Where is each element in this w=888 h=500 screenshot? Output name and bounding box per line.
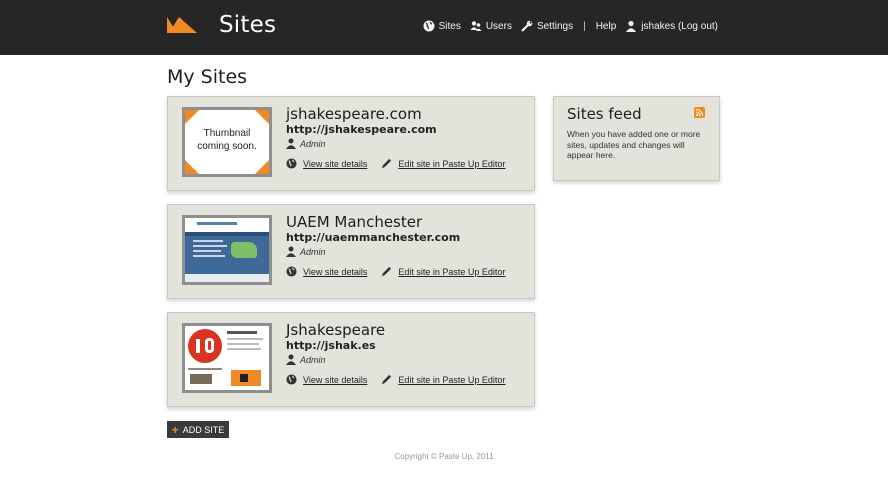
edit-site-link[interactable]: Edit site in Paste Up Editor bbox=[381, 158, 505, 169]
rss-icon[interactable] bbox=[694, 107, 705, 118]
site-thumbnail[interactable] bbox=[182, 323, 272, 393]
thumb-text-line bbox=[193, 245, 227, 247]
corner-decoration bbox=[185, 160, 199, 174]
thumbnail-caption-line: coming soon. bbox=[197, 141, 257, 152]
sites-feed-panel: Sites feed When you have added one or mo… bbox=[553, 96, 720, 181]
site-card: Jshakespeare http://jshak.es Admin View … bbox=[167, 312, 535, 407]
thumbnail-screenshot bbox=[185, 218, 269, 282]
site-url[interactable]: http://uaemmanchester.com bbox=[286, 231, 460, 244]
thumb-header-strip bbox=[185, 218, 269, 232]
sites-feed-title: Sites feed bbox=[567, 105, 642, 123]
edit-site-label: Edit site in Paste Up Editor bbox=[398, 266, 506, 277]
pencil-icon bbox=[382, 266, 392, 277]
globe-icon bbox=[423, 20, 435, 32]
nav-settings[interactable]: Settings bbox=[521, 20, 573, 32]
edit-site-label: Edit site in Paste Up Editor bbox=[398, 158, 506, 169]
thumb-phone-image bbox=[240, 374, 248, 382]
site-role-label: Admin bbox=[300, 138, 326, 149]
site-thumbnail[interactable] bbox=[182, 215, 272, 285]
page-title: My Sites bbox=[167, 66, 248, 88]
site-card: UAEM Manchester http://uaemmanchester.co… bbox=[167, 204, 535, 299]
users-icon bbox=[470, 21, 482, 31]
thumb-title-bar bbox=[197, 222, 237, 225]
view-site-details-label: View site details bbox=[303, 374, 368, 385]
user-icon bbox=[286, 354, 296, 365]
globe-icon bbox=[286, 266, 297, 277]
thumb-nav-strip bbox=[185, 232, 269, 236]
thumb-footer-strip bbox=[185, 274, 269, 282]
pencil-icon bbox=[382, 374, 392, 385]
thumb-text-line bbox=[188, 368, 222, 370]
site-actions: View site details Edit site in Paste Up … bbox=[286, 158, 505, 169]
site-name[interactable]: jshakespeare.com bbox=[286, 105, 422, 123]
nav-help-label: Help bbox=[595, 20, 617, 32]
sites-feed-message: When you have added one or more sites, u… bbox=[567, 129, 701, 160]
view-site-details-link[interactable]: View site details bbox=[286, 374, 367, 385]
site-card: Thumbnail coming soon. jshakespeare.com … bbox=[167, 96, 535, 191]
view-site-details-label: View site details bbox=[303, 266, 368, 277]
app-title: Sites bbox=[219, 12, 277, 38]
site-role: Admin bbox=[286, 246, 326, 257]
site-url[interactable]: http://jshakespeare.com bbox=[286, 123, 437, 136]
paste-up-logo-icon[interactable] bbox=[167, 17, 197, 33]
site-role: Admin bbox=[286, 138, 326, 149]
site-actions: View site details Edit site in Paste Up … bbox=[286, 266, 505, 277]
thumb-text-line bbox=[193, 250, 221, 252]
site-thumbnail[interactable]: Thumbnail coming soon. bbox=[182, 107, 272, 177]
nav-sites[interactable]: Sites bbox=[423, 20, 461, 32]
view-site-details-link[interactable]: View site details bbox=[286, 266, 367, 277]
site-url[interactable]: http://jshak.es bbox=[286, 339, 376, 352]
thumb-text-line bbox=[193, 240, 223, 242]
site-role: Admin bbox=[286, 354, 326, 365]
corner-decoration bbox=[255, 160, 269, 174]
thumb-text-line bbox=[227, 343, 259, 345]
edit-site-link[interactable]: Edit site in Paste Up Editor bbox=[381, 266, 505, 277]
nav-user-label: jshakes (Log out) bbox=[641, 20, 718, 32]
top-bar: Sites Sites Users Settings | Help jshake… bbox=[0, 0, 888, 55]
add-site-label: ADD SITE bbox=[182, 424, 225, 435]
corner-decoration bbox=[255, 110, 269, 124]
corner-decoration bbox=[185, 110, 199, 124]
user-icon bbox=[626, 20, 637, 32]
thumb-text-line bbox=[227, 348, 261, 350]
edit-site-link[interactable]: Edit site in Paste Up Editor bbox=[381, 374, 505, 385]
nav-user-logout[interactable]: jshakes (Log out) bbox=[625, 20, 718, 32]
view-site-details-link[interactable]: View site details bbox=[286, 158, 367, 169]
nav-help[interactable]: Help bbox=[596, 21, 617, 32]
site-role-label: Admin bbox=[300, 354, 326, 365]
thumb-map-shape bbox=[231, 242, 257, 258]
site-name[interactable]: UAEM Manchester bbox=[286, 213, 422, 231]
site-name[interactable]: Jshakespeare bbox=[286, 321, 385, 339]
globe-icon bbox=[286, 158, 297, 169]
nav-users[interactable]: Users bbox=[470, 20, 512, 32]
main-nav: Sites Users Settings | Help jshakes (Log… bbox=[414, 20, 718, 32]
thumb-photo bbox=[190, 374, 212, 384]
footer-copyright: Copyright © Paste Up, 2011 bbox=[394, 452, 494, 461]
user-icon bbox=[286, 246, 296, 257]
site-actions: View site details Edit site in Paste Up … bbox=[286, 374, 505, 385]
thumb-text-line bbox=[227, 338, 263, 340]
thumb-text-line bbox=[227, 331, 257, 334]
globe-icon bbox=[286, 374, 297, 385]
nav-users-label: Users bbox=[485, 20, 512, 32]
nav-settings-label: Settings bbox=[536, 20, 574, 32]
edit-site-label: Edit site in Paste Up Editor bbox=[398, 374, 506, 385]
thumbnail-caption: Thumbnail coming soon. bbox=[185, 127, 269, 153]
thumbnail-screenshot bbox=[185, 326, 269, 390]
thumb-logo-letter bbox=[205, 338, 214, 353]
view-site-details-label: View site details bbox=[303, 158, 368, 169]
thumb-text-line bbox=[193, 255, 225, 257]
thumb-logo-letter bbox=[196, 339, 200, 353]
thumbnail-placeholder: Thumbnail coming soon. bbox=[185, 110, 269, 174]
user-icon bbox=[286, 138, 296, 149]
thumbnail-caption-line: Thumbnail bbox=[203, 128, 251, 139]
pencil-icon bbox=[382, 158, 392, 169]
site-role-label: Admin bbox=[300, 246, 326, 257]
wrench-icon bbox=[521, 20, 533, 32]
plus-icon: + bbox=[171, 422, 179, 437]
nav-separator: | bbox=[583, 20, 586, 32]
add-site-button[interactable]: + ADD SITE bbox=[167, 421, 229, 438]
nav-sites-label: Sites bbox=[438, 20, 461, 32]
